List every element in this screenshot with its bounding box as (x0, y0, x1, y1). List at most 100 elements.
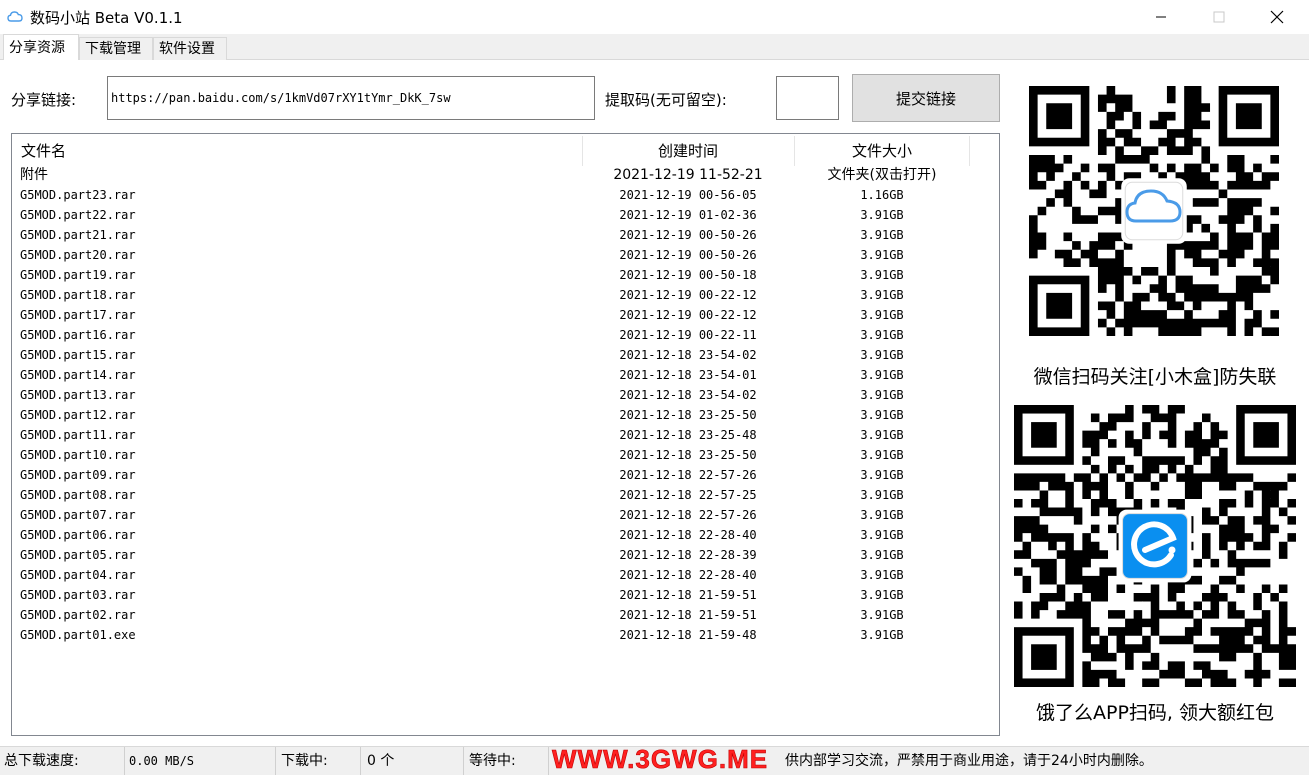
file-row[interactable]: G5MOD.part01.exe 2021-12-18 21-59-48 3.91G… (12, 625, 999, 645)
created-time: 2021-12-19 01-02-36 (619, 208, 757, 222)
created-time: 2021-12-19 00-22-11 (619, 328, 757, 342)
file-row[interactable]: G5MOD.part09.rar 2021-12-18 22-57-26 3.91G… (12, 465, 999, 485)
file-row[interactable]: G5MOD.part12.rar 2021-12-18 23-25-50 3.91G… (12, 405, 999, 425)
file-size: 1.16GB (860, 188, 904, 202)
file-list[interactable]: 文件名 创建时间 文件大小 附件 2021-12-19 11-52-21 文件夹(双… (11, 133, 1000, 736)
file-name: G5MOD.part05.rar (20, 548, 136, 562)
file-name: G5MOD.part15.rar (20, 348, 136, 362)
share-link-input[interactable]: https://pan.baidu.com/s/1kmVd07rXY1tYmr_… (107, 76, 595, 120)
minimize-icon[interactable] (1138, 0, 1184, 34)
file-size: 3.91GB (860, 508, 904, 522)
file-row[interactable]: G5MOD.part14.rar 2021-12-18 23-54-01 3.91G… (12, 365, 999, 385)
column-header-size[interactable]: 文件大小 (795, 134, 969, 166)
created-time: 2021-12-18 23-25-50 (619, 408, 757, 422)
created-time: 2021-12-19 00-50-26 (619, 228, 757, 242)
title-bar: 数码小站 Beta V0.1.1 (0, 0, 1309, 34)
file-name: G5MOD.part23.rar (20, 188, 136, 202)
wechat-qr-caption: 微信扫码关注[小木盒]防失联 (1033, 366, 1277, 388)
file-list-header: 文件名 创建时间 文件大小 (12, 134, 999, 166)
file-row[interactable]: G5MOD.part07.rar 2021-12-18 22-57-26 3.91G… (12, 505, 999, 525)
folder-row[interactable]: 附件 2021-12-19 11-52-21 文件夹(双击打开) (12, 165, 999, 185)
created-time: 2021-12-19 00-50-26 (619, 248, 757, 262)
submit-link-button[interactable]: 提交链接 (852, 74, 1000, 122)
file-size: 3.91GB (860, 588, 904, 602)
created-time: 2021-12-18 22-57-26 (619, 508, 757, 522)
column-header-created[interactable]: 创建时间 (582, 134, 794, 166)
file-row[interactable]: G5MOD.part04.rar 2021-12-18 22-28-40 3.91G… (12, 565, 999, 585)
tab-share-resources[interactable]: 分享资源 (3, 34, 79, 61)
file-name: G5MOD.part17.rar (20, 308, 136, 322)
file-size: 3.91GB (860, 408, 904, 422)
file-name: G5MOD.part02.rar (20, 608, 136, 622)
file-name: G5MOD.part01.exe (20, 628, 136, 642)
file-size: 3.91GB (860, 628, 904, 642)
maximize-icon[interactable] (1196, 0, 1242, 34)
created-time: 2021-12-19 00-22-12 (619, 308, 757, 322)
file-size: 3.91GB (860, 288, 904, 302)
created-time: 2021-12-19 00-50-18 (619, 268, 757, 282)
cloud-icon (7, 11, 23, 22)
file-row[interactable]: G5MOD.part11.rar 2021-12-18 23-25-48 3.91G… (12, 425, 999, 445)
file-row[interactable]: G5MOD.part20.rar 2021-12-19 00-50-26 3.91G… (12, 245, 999, 265)
tab-bar: 下载管理 软件设置 分享资源 (0, 34, 1309, 61)
file-list-rows: 附件 2021-12-19 11-52-21 文件夹(双击打开) G5MOD.part… (12, 165, 999, 645)
file-size: 3.91GB (860, 528, 904, 542)
file-row[interactable]: G5MOD.part17.rar 2021-12-19 00-22-12 3.91G… (12, 305, 999, 325)
created-time: 2021-12-18 23-25-50 (619, 448, 757, 462)
file-size: 3.91GB (860, 388, 904, 402)
extract-code-label: 提取码(无可留空): (605, 91, 727, 109)
file-size: 文件夹(双击打开) (827, 167, 937, 183)
file-name: G5MOD.part14.rar (20, 368, 136, 382)
file-size: 3.91GB (860, 248, 904, 262)
file-row[interactable]: G5MOD.part13.rar 2021-12-18 23-54-02 3.91G… (12, 385, 999, 405)
wechat-qr-code (1029, 86, 1279, 336)
created-time: 2021-12-18 23-25-48 (619, 428, 757, 442)
created-time: 2021-12-18 21-59-51 (619, 608, 757, 622)
file-row[interactable]: G5MOD.part18.rar 2021-12-19 00-22-12 3.91G… (12, 285, 999, 305)
created-time: 2021-12-18 23-54-01 (619, 368, 757, 382)
column-divider[interactable] (969, 136, 970, 166)
file-size: 3.91GB (860, 308, 904, 322)
file-name: G5MOD.part13.rar (20, 388, 136, 402)
file-row[interactable]: G5MOD.part16.rar 2021-12-19 00-22-11 3.91G… (12, 325, 999, 345)
file-name: 附件 (20, 167, 48, 183)
eleme-qr-caption: 饿了么APP扫码, 领大额红包 (1036, 702, 1274, 724)
tab-settings[interactable]: 软件设置 (153, 37, 227, 60)
file-row[interactable]: G5MOD.part15.rar 2021-12-18 23-54-02 3.91G… (12, 345, 999, 365)
created-time: 2021-12-18 23-54-02 (619, 348, 757, 362)
share-link-label: 分享链接: (11, 91, 77, 109)
file-row[interactable]: G5MOD.part23.rar 2021-12-19 00-56-05 1.16G… (12, 185, 999, 205)
created-time: 2021-12-18 21-59-51 (619, 588, 757, 602)
file-name: G5MOD.part18.rar (20, 288, 136, 302)
cloud-icon (1121, 178, 1187, 244)
waiting-label: 等待中: (469, 747, 549, 775)
file-row[interactable]: G5MOD.part10.rar 2021-12-18 23-25-50 3.91G… (12, 445, 999, 465)
file-name: G5MOD.part04.rar (20, 568, 136, 582)
file-row[interactable]: G5MOD.part08.rar 2021-12-18 22-57-25 3.91G… (12, 485, 999, 505)
file-name: G5MOD.part08.rar (20, 488, 136, 502)
file-name: G5MOD.part19.rar (20, 268, 136, 282)
file-size: 3.91GB (860, 328, 904, 342)
file-row[interactable]: G5MOD.part21.rar 2021-12-19 00-50-26 3.91G… (12, 225, 999, 245)
file-row[interactable]: G5MOD.part19.rar 2021-12-19 00-50-18 3.91G… (12, 265, 999, 285)
created-time: 2021-12-18 22-28-40 (619, 528, 757, 542)
file-name: G5MOD.part03.rar (20, 588, 136, 602)
created-time: 2021-12-18 22-57-26 (619, 468, 757, 482)
file-name: G5MOD.part12.rar (20, 408, 136, 422)
file-size: 3.91GB (860, 608, 904, 622)
close-icon[interactable] (1254, 0, 1300, 34)
file-row[interactable]: G5MOD.part05.rar 2021-12-18 22-28-39 3.91G… (12, 545, 999, 565)
file-size: 3.91GB (860, 348, 904, 362)
file-size: 3.91GB (860, 368, 904, 382)
file-row[interactable]: G5MOD.part22.rar 2021-12-19 01-02-36 3.91G… (12, 205, 999, 225)
extract-code-input[interactable] (776, 76, 839, 120)
tab-download-manager[interactable]: 下载管理 (79, 37, 153, 60)
file-size: 3.91GB (860, 548, 904, 562)
column-header-name[interactable]: 文件名 (21, 134, 66, 166)
created-time: 2021-12-19 11-52-21 (613, 167, 763, 183)
file-row[interactable]: G5MOD.part03.rar 2021-12-18 21-59-51 3.91G… (12, 585, 999, 605)
created-time: 2021-12-18 22-28-39 (619, 548, 757, 562)
file-row[interactable]: G5MOD.part02.rar 2021-12-18 21-59-51 3.91G… (12, 605, 999, 625)
file-name: G5MOD.part09.rar (20, 468, 136, 482)
file-row[interactable]: G5MOD.part06.rar 2021-12-18 22-28-40 3.91G… (12, 525, 999, 545)
